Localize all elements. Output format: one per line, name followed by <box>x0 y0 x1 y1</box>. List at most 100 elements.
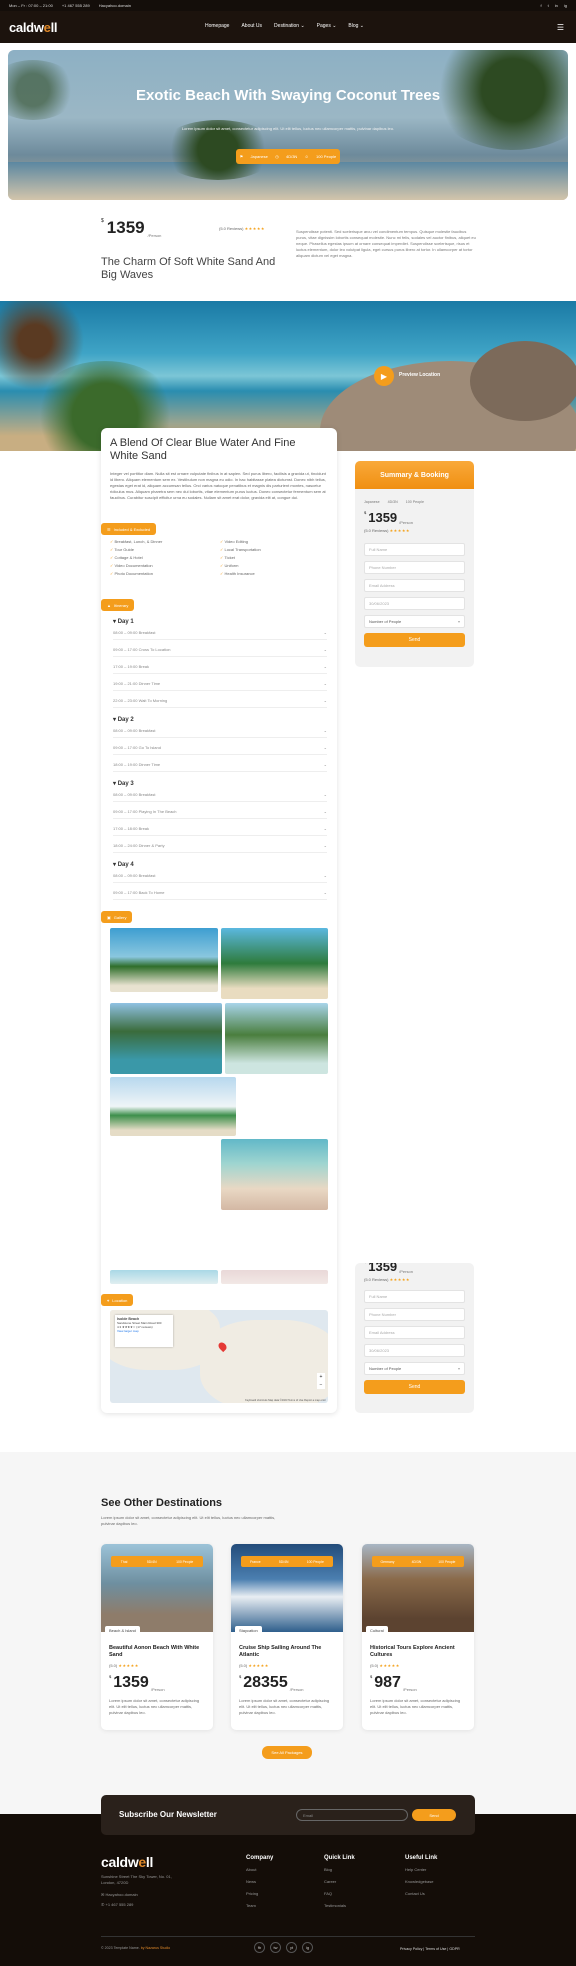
tour-desc: Suspendisse potenti. Sed scelerisque arc… <box>296 229 476 258</box>
rating-stars: ★★★★★ <box>244 226 266 231</box>
fullname-input[interactable]: Full Name <box>364 543 465 556</box>
phone-text[interactable]: +1 467 555 289 <box>62 3 90 8</box>
itinerary-item[interactable]: 09:00 – 17:00 Back To Home ⌄ <box>113 886 327 900</box>
send-button[interactable]: Send <box>364 1380 465 1394</box>
other-destinations: See Other Destinations Lorem ipsum dolor… <box>0 1452 576 1814</box>
map-attribution: Keyboard shortcuts Map data ©2023 Terms … <box>245 1399 326 1402</box>
instagram-icon[interactable]: ig <box>302 1942 313 1953</box>
location-map[interactable]: Isolde Beach Sandstone Street Main Road … <box>110 1310 328 1403</box>
footer-link[interactable]: Contact Us <box>405 1888 437 1900</box>
phone-input[interactable]: Phone Number <box>364 561 465 574</box>
nav-about[interactable]: About Us <box>241 23 262 29</box>
twitter-icon[interactable]: t <box>548 3 549 8</box>
itinerary-item[interactable]: 08:00 – 09:00 Breakfast ⌄ <box>113 869 327 883</box>
chevron-down-icon: ⌄ <box>323 809 327 814</box>
itinerary-item[interactable]: 08:00 – 09:00 Breakfast ⌄ <box>113 788 327 802</box>
fullname-input[interactable]: Full Name <box>364 1290 465 1303</box>
footer-link[interactable]: Knowledgebase <box>405 1876 437 1888</box>
date-input[interactable]: 30/06/2023 <box>364 597 465 610</box>
map-icon: ▲ <box>107 602 111 608</box>
gallery-image[interactable] <box>110 928 218 992</box>
gallery-image[interactable] <box>110 1003 222 1074</box>
nav-pages[interactable]: Pages ⌄ <box>317 23 337 29</box>
newsletter-send-button[interactable]: Send <box>412 1809 456 1821</box>
footer-link[interactable]: FAQ <box>324 1888 355 1900</box>
chevron-down-icon: ⌄ <box>323 792 327 797</box>
zoom-control[interactable]: + − <box>317 1373 325 1389</box>
footer-link[interactable]: Pricing <box>246 1888 273 1900</box>
booking-title: Summary & Booking <box>355 461 474 489</box>
email-text[interactable]: Hacyahoo.domain <box>99 3 131 8</box>
category-badge: Beach & Island <box>105 1626 140 1635</box>
youtube-icon[interactable]: yt <box>286 1942 297 1953</box>
facebook-icon[interactable]: f <box>541 3 542 8</box>
itinerary-item[interactable]: 17:00 – 18:00 Break ⌄ <box>113 822 327 836</box>
day-2-heading: ▾ Day 2 <box>113 717 134 723</box>
email-input[interactable]: Email Address <box>364 579 465 592</box>
copyright: © 2023 Template Name. by Nazarus Studio <box>101 1946 171 1950</box>
gallery-image[interactable] <box>221 1270 328 1284</box>
legal-links[interactable]: Privacy Policy | Terms of Use | GDPR <box>400 1947 460 1951</box>
destination-card[interactable]: Thai 5D/4N 100 People Beach & Island Beaut… <box>101 1544 213 1730</box>
chevron-down-icon: ⌄ <box>323 664 327 669</box>
hero-title: Exotic Beach With Swaying Coconut Trees <box>135 87 441 104</box>
see-all-button[interactable]: See All Packages <box>262 1746 312 1759</box>
tour-heading: The Charm Of Soft White Sand And Big Wav… <box>101 256 276 281</box>
category-badge: Cultural <box>366 1626 388 1635</box>
mail-icon: ✉ <box>101 1892 105 1897</box>
day-1-heading: ▾ Day 1 <box>113 619 134 625</box>
gallery-image[interactable] <box>225 1003 328 1074</box>
email-input[interactable]: Email Address <box>364 1326 465 1339</box>
chevron-down-icon: ⌄ <box>323 698 327 703</box>
itinerary-item[interactable]: 09:00 – 17:00 Cross To Location ⌄ <box>113 643 327 657</box>
chevron-down-icon: ⌄ <box>323 890 327 895</box>
site-logo[interactable]: caldwell <box>9 20 57 35</box>
phone-input[interactable]: Phone Number <box>364 1308 465 1321</box>
destination-card[interactable]: France 5D/4N 100 People Staycation Cruise … <box>231 1544 343 1730</box>
itinerary-item[interactable]: 19:00 – 21:00 Dinner Time ⌄ <box>113 677 327 691</box>
itinerary-item[interactable]: 18:00 – 24:00 Dinner & Party ⌄ <box>113 839 327 853</box>
itinerary-item[interactable]: 09:00 – 17:00 Playing In The Beach ⌄ <box>113 805 327 819</box>
nav-homepage[interactable]: Homepage <box>205 23 229 29</box>
date-input[interactable]: 30/06/2023 <box>364 1344 465 1357</box>
footer-link[interactable]: Help Center <box>405 1864 437 1876</box>
itinerary-item[interactable]: 08:00 – 09:00 Breakfast ⌄ <box>113 626 327 640</box>
play-icon[interactable]: ▶ <box>374 366 394 386</box>
people-select[interactable]: Number of People ▾ <box>364 615 465 628</box>
preview-location-link[interactable]: Preview Location <box>399 372 440 378</box>
destination-card[interactable]: Germany 4D/3N 100 People Cultural Historic… <box>362 1544 474 1730</box>
newsletter-email-input[interactable]: Email <box>296 1809 408 1821</box>
footer-link[interactable]: Career <box>324 1876 355 1888</box>
footer-link[interactable]: Team <box>246 1900 273 1912</box>
section-desc: Lorem ipsum dolor sit amet, consectetur … <box>101 1515 276 1526</box>
footer-link[interactable]: Blog <box>324 1864 355 1876</box>
nav-destination[interactable]: Destination ⌄ <box>274 23 305 29</box>
people-select[interactable]: Number of People ▾ <box>364 1362 465 1375</box>
twitter-icon[interactable]: tw <box>270 1942 281 1953</box>
itinerary-item[interactable]: 17:00 – 19:00 Break ⌄ <box>113 660 327 674</box>
footer-link[interactable]: Testimonials <box>324 1900 355 1912</box>
menu-icon[interactable]: ☰ <box>557 23 564 32</box>
included-list: Breakfast, Lunch, & DinnerVideo Editing … <box>110 539 330 576</box>
itinerary-item[interactable]: 09:00 – 17:00 Go To Island ⌄ <box>113 741 327 755</box>
itinerary-item[interactable]: 08:00 – 09:00 Breakfast ⌄ <box>113 724 327 738</box>
chevron-down-icon: ⌄ <box>323 728 327 733</box>
gallery-image[interactable] <box>221 928 328 999</box>
gallery-image[interactable] <box>110 1270 218 1284</box>
linkedin-icon[interactable]: in <box>555 3 558 8</box>
send-button[interactable]: Send <box>364 633 465 647</box>
hero-banner: Exotic Beach With Swaying Coconut Trees … <box>8 50 568 200</box>
footer-link[interactable]: News <box>246 1876 273 1888</box>
gallery-image[interactable] <box>110 1077 236 1136</box>
itinerary-item[interactable]: 22:00 – 23:00 Wait To Morning ⌄ <box>113 694 327 708</box>
tour-price: $ 1359 /Person <box>101 218 162 238</box>
footer-logo[interactable]: caldwell <box>101 1854 181 1870</box>
itinerary-item[interactable]: 18:00 – 19:00 Dinner Time ⌄ <box>113 758 327 772</box>
footer-link[interactable]: About <box>246 1864 273 1876</box>
facebook-icon[interactable]: fb <box>254 1942 265 1953</box>
booking-widget-sticky: $ 1359 /Person (5.0 Reviews) ★★★★★ Full … <box>355 1263 474 1413</box>
gallery-image[interactable] <box>221 1139 328 1210</box>
footer-company: Company About News Pricing Team <box>246 1854 273 1912</box>
nav-blog[interactable]: Blog ⌄ <box>348 23 364 29</box>
instagram-icon[interactable]: ig <box>564 3 567 8</box>
